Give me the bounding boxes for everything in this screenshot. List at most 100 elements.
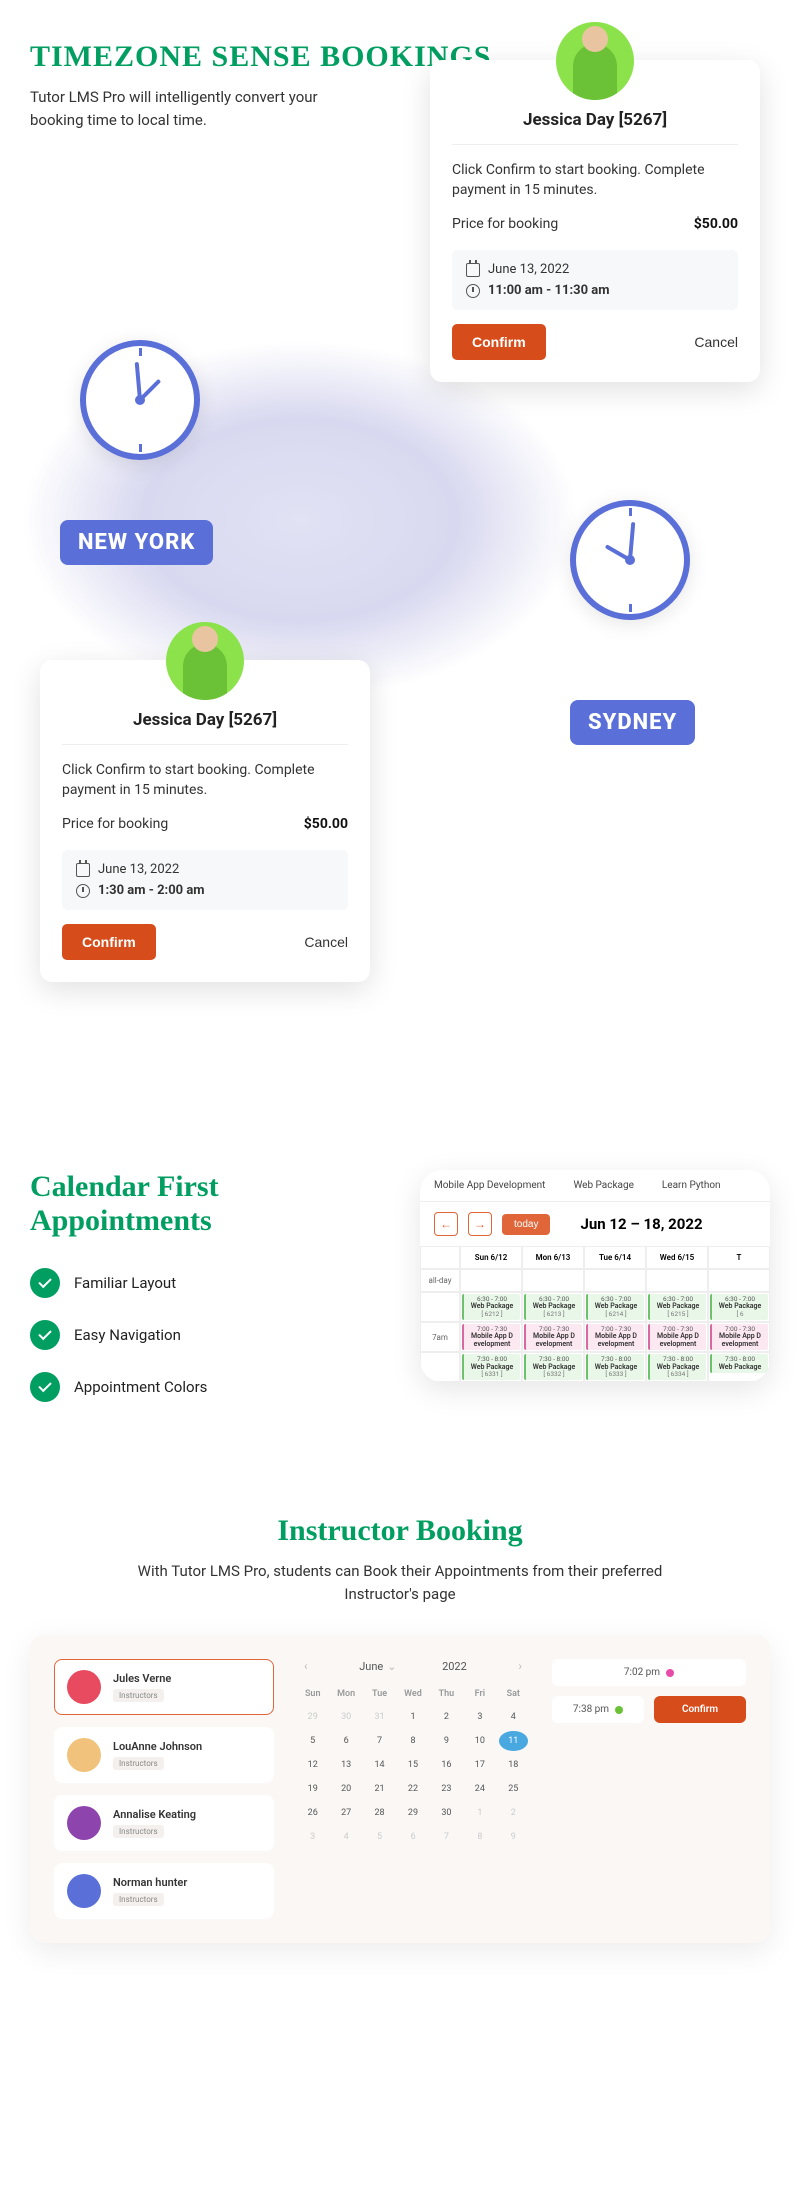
cal-cell[interactable]: 7:00 - 7:30Mobile App D evelopment [708, 1322, 770, 1353]
time-slot[interactable]: 7:38 pm [552, 1696, 644, 1723]
instructor-item[interactable]: Norman hunterInstructors [54, 1863, 274, 1919]
cal-cell[interactable] [522, 1269, 584, 1292]
confirm-button[interactable]: Confirm [62, 924, 156, 960]
cal-event[interactable]: 7:30 - 8:00Web Package [710, 1354, 768, 1373]
cal-event[interactable]: 7:30 - 8:00Web Package[ 6331 ] [462, 1354, 520, 1380]
mini-day[interactable]: 3 [298, 1827, 327, 1847]
confirm-button[interactable]: Confirm [452, 324, 546, 360]
mini-day[interactable]: 5 [365, 1827, 394, 1847]
mini-day[interactable]: 16 [432, 1755, 461, 1775]
mini-day[interactable]: 26 [298, 1803, 327, 1823]
cal-cell[interactable]: 6:30 - 7:00Web Package[ 6212 ] [460, 1292, 522, 1322]
cal-cell[interactable]: 7:00 - 7:30Mobile App D evelopment [646, 1322, 708, 1353]
mini-day[interactable]: 2 [499, 1803, 528, 1823]
mini-day[interactable]: 14 [365, 1755, 394, 1775]
mini-next-button[interactable]: › [512, 1659, 528, 1673]
confirm-slot-button[interactable]: Confirm [654, 1696, 746, 1723]
price-value: $50.00 [304, 816, 348, 832]
mini-day[interactable]: 3 [465, 1707, 494, 1727]
mini-day[interactable]: 15 [398, 1755, 427, 1775]
mini-day[interactable]: 7 [365, 1731, 394, 1751]
cal-cell[interactable]: 7:30 - 8:00Web Package[ 6332 ] [522, 1352, 584, 1382]
cal-event[interactable]: 7:30 - 8:00Web Package[ 6334 ] [648, 1354, 706, 1380]
cal-tab[interactable]: Learn Python [648, 1170, 735, 1201]
mini-day[interactable]: 8 [398, 1731, 427, 1751]
today-button[interactable]: today [502, 1214, 550, 1235]
mini-day[interactable]: 30 [331, 1707, 360, 1727]
mini-day[interactable]: 23 [432, 1779, 461, 1799]
mini-prev-button[interactable]: ‹ [298, 1659, 314, 1673]
mini-day[interactable]: 2 [432, 1707, 461, 1727]
cal-event[interactable]: 7:00 - 7:30Mobile App D evelopment [710, 1324, 768, 1351]
mini-day[interactable]: 4 [499, 1707, 528, 1727]
cal-cell[interactable] [646, 1269, 708, 1292]
mini-day[interactable]: 10 [465, 1731, 494, 1751]
cal-event[interactable]: 6:30 - 7:00Web Package[ 6214 ] [586, 1294, 644, 1320]
mini-day[interactable]: 12 [298, 1755, 327, 1775]
cal-event[interactable]: 7:30 - 8:00Web Package[ 6333 ] [586, 1354, 644, 1380]
mini-day[interactable]: 21 [365, 1779, 394, 1799]
cal-event[interactable]: 7:30 - 8:00Web Package[ 6332 ] [524, 1354, 582, 1380]
cal-event[interactable]: 6:30 - 7:00Web Package[ 6 [710, 1294, 768, 1320]
cal-tab[interactable]: Mobile App Development [420, 1170, 559, 1201]
cal-cell[interactable]: 7:30 - 8:00Web Package[ 6334 ] [646, 1352, 708, 1382]
mini-day[interactable]: 20 [331, 1779, 360, 1799]
mini-day[interactable]: 28 [365, 1803, 394, 1823]
booking-date: June 13, 2022 [98, 862, 179, 877]
cal-cell[interactable]: 6:30 - 7:00Web Package[ 6214 ] [584, 1292, 646, 1322]
cal-event[interactable]: 6:30 - 7:00Web Package[ 6212 ] [462, 1294, 520, 1320]
mini-day[interactable]: 6 [331, 1731, 360, 1751]
cal-cell[interactable]: 6:30 - 7:00Web Package[ 6215 ] [646, 1292, 708, 1322]
mini-month[interactable]: June ⌄ [359, 1660, 396, 1673]
prev-button[interactable]: ← [434, 1212, 458, 1236]
cal-cell[interactable]: 6:30 - 7:00Web Package[ 6213 ] [522, 1292, 584, 1322]
mini-day[interactable]: 25 [499, 1779, 528, 1799]
mini-day[interactable]: 7 [432, 1827, 461, 1847]
time-slot[interactable]: 7:02 pm [552, 1659, 746, 1686]
mini-day[interactable]: 13 [331, 1755, 360, 1775]
cal-cell[interactable]: 7:00 - 7:30Mobile App D evelopment [460, 1322, 522, 1353]
mini-day[interactable]: 9 [432, 1731, 461, 1751]
mini-day[interactable]: 18 [499, 1755, 528, 1775]
next-button[interactable]: → [468, 1212, 492, 1236]
cal-event[interactable]: 7:00 - 7:30Mobile App D evelopment [524, 1324, 582, 1351]
cal-cell[interactable] [708, 1269, 770, 1292]
cal-cell[interactable] [584, 1269, 646, 1292]
cal-cell[interactable]: 7:30 - 8:00Web Package [708, 1352, 770, 1382]
mini-day[interactable]: 6 [398, 1827, 427, 1847]
cal-event[interactable]: 7:00 - 7:30Mobile App D evelopment [648, 1324, 706, 1351]
mini-day[interactable]: 5 [298, 1731, 327, 1751]
mini-day[interactable]: 4 [331, 1827, 360, 1847]
cal-event[interactable]: 6:30 - 7:00Web Package[ 6213 ] [524, 1294, 582, 1320]
instructor-item[interactable]: Annalise KeatingInstructors [54, 1795, 274, 1851]
mini-day[interactable]: 29 [398, 1803, 427, 1823]
mini-day[interactable]: 22 [398, 1779, 427, 1799]
cal-cell[interactable] [460, 1269, 522, 1292]
mini-day[interactable]: 27 [331, 1803, 360, 1823]
mini-day[interactable]: 17 [465, 1755, 494, 1775]
cancel-button[interactable]: Cancel [304, 934, 348, 950]
mini-day[interactable]: 19 [298, 1779, 327, 1799]
instructor-item[interactable]: Jules VerneInstructors [54, 1659, 274, 1715]
mini-day[interactable]: 9 [499, 1827, 528, 1847]
mini-day[interactable]: 31 [365, 1707, 394, 1727]
cancel-button[interactable]: Cancel [694, 334, 738, 350]
cal-cell[interactable]: 7:30 - 8:00Web Package[ 6331 ] [460, 1352, 522, 1382]
instructor-item[interactable]: LouAnne JohnsonInstructors [54, 1727, 274, 1783]
mini-day[interactable]: 11 [499, 1731, 528, 1751]
cal-event[interactable]: 7:00 - 7:30Mobile App D evelopment [586, 1324, 644, 1351]
mini-day[interactable]: 1 [398, 1707, 427, 1727]
mini-day[interactable]: 24 [465, 1779, 494, 1799]
mini-day[interactable]: 1 [465, 1803, 494, 1823]
cal-event[interactable]: 7:00 - 7:30Mobile App D evelopment [462, 1324, 520, 1351]
mini-day[interactable]: 29 [298, 1707, 327, 1727]
cal-tab[interactable]: Web Package [559, 1170, 647, 1201]
cal-cell[interactable]: 7:30 - 8:00Web Package[ 6333 ] [584, 1352, 646, 1382]
mini-day[interactable]: 30 [432, 1803, 461, 1823]
mini-year[interactable]: 2022 [442, 1660, 467, 1673]
cal-event[interactable]: 6:30 - 7:00Web Package[ 6215 ] [648, 1294, 706, 1320]
cal-cell[interactable]: 6:30 - 7:00Web Package[ 6 [708, 1292, 770, 1322]
cal-cell[interactable]: 7:00 - 7:30Mobile App D evelopment [584, 1322, 646, 1353]
mini-day[interactable]: 8 [465, 1827, 494, 1847]
cal-cell[interactable]: 7:00 - 7:30Mobile App D evelopment [522, 1322, 584, 1353]
